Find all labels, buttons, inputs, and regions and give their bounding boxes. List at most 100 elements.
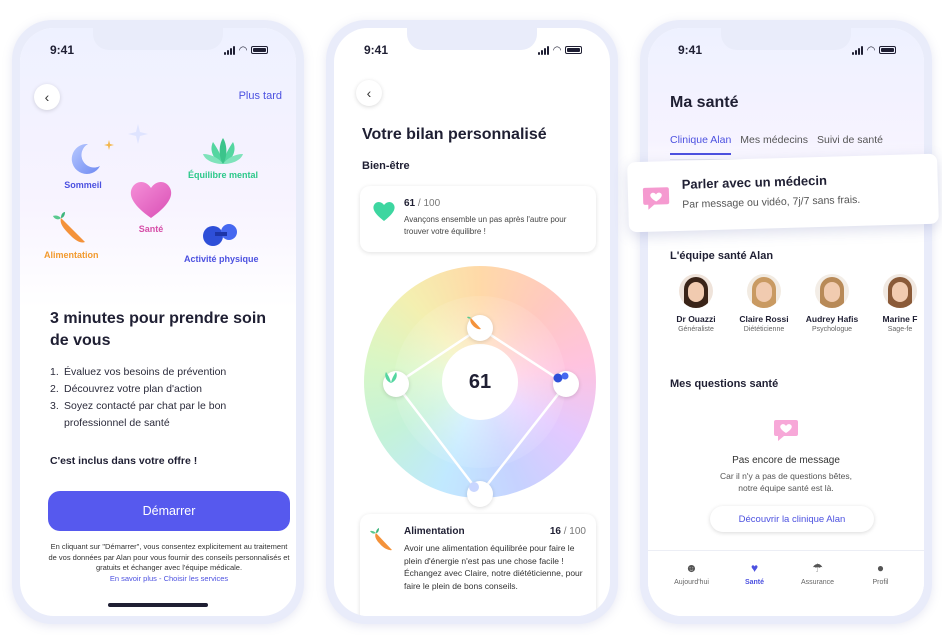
topic-label: Alimentation — [44, 250, 99, 260]
member-role: Généraliste — [678, 326, 714, 333]
heart-icon: ♥ — [750, 561, 759, 575]
battery-icon — [565, 46, 582, 54]
banner-title: Parler avec un médecin — [681, 172, 828, 192]
later-link[interactable]: Plus tard — [239, 90, 282, 102]
wifi-icon: ◠ — [867, 44, 875, 56]
message-heart-icon — [642, 187, 670, 210]
sparkle-icon — [128, 124, 148, 144]
lotus-icon — [203, 138, 243, 164]
battery-icon — [879, 46, 896, 54]
empty-state: Pas encore de message Car il n'y a pas d… — [648, 418, 924, 494]
page-title: Votre bilan personnalisé — [362, 126, 547, 143]
member-role: Psychologue — [811, 326, 853, 333]
legal-links[interactable]: En savoir plus - Choisir les services — [48, 574, 290, 585]
topic-label: Activité physique — [184, 254, 259, 264]
member-name: Dr Ouazzi — [676, 314, 716, 324]
back-button[interactable]: ‹ — [34, 84, 60, 110]
moon-icon — [71, 143, 100, 174]
screen-ma-sante: 9:41 ◠ Ma santé Clinique Alan Mes médeci… — [648, 28, 924, 616]
phone-bilan: 9:41 ◠ ‹ Votre bilan personnalisé Bien-ê… — [326, 20, 618, 624]
topic-alimentation: Alimentation — [44, 212, 99, 260]
tab-clinique[interactable]: Clinique Alan — [670, 134, 732, 155]
detail-title: Alimentation — [404, 526, 465, 537]
screen-bilan: 9:41 ◠ ‹ Votre bilan personnalisé Bien-ê… — [334, 28, 610, 616]
list-item: 1. Évaluez vos besoins de prévention — [50, 366, 227, 378]
start-button[interactable]: Démarrer — [48, 491, 290, 531]
team-member[interactable]: Dr Ouazzi Généraliste — [666, 274, 726, 333]
face-icon: ☻ — [685, 561, 698, 575]
score-max: / 100 — [417, 198, 441, 209]
score-card: 61 / 100 Avançons ensemble un pas après … — [360, 186, 596, 252]
lotus-icon — [385, 372, 397, 383]
nav-today[interactable]: ☻ Aujourd'hui — [668, 561, 716, 616]
detail-max: / 100 — [563, 526, 586, 537]
score-text: Avançons ensemble un pas après l'autre p… — [404, 215, 567, 236]
section-title: Mes questions santé — [670, 378, 779, 390]
team-member[interactable]: Marine F Sage-fe — [870, 274, 924, 333]
topic-label: Sommeil — [64, 180, 102, 190]
status-time: 9:41 — [678, 43, 703, 57]
legal-notice: En cliquant sur "Démarrer", vous consent… — [48, 542, 290, 585]
team-member[interactable]: Claire Rossi Diététicienne — [734, 274, 794, 333]
member-role: Diététicienne — [743, 326, 785, 333]
face-icon — [469, 482, 479, 492]
topic-sommeil: Sommeil — [64, 140, 102, 190]
carrot-icon — [467, 316, 481, 330]
node-alimentation[interactable] — [467, 315, 493, 341]
topic-label: Équilibre mental — [188, 170, 259, 180]
chevron-left-icon: ‹ — [366, 85, 372, 101]
signal-icon — [852, 45, 864, 55]
page-title: 3 minutes pour prendre soin de vous — [50, 310, 267, 349]
phone-onboarding: 9:41 ◠ ‹ Plus tard Sommeil Équilibre men… — [12, 20, 304, 624]
team-member[interactable]: Audrey Hafis Psychologue — [802, 274, 862, 333]
empty-title: Pas encore de message — [732, 455, 840, 466]
battery-icon — [251, 46, 268, 54]
member-name: Marine F — [882, 314, 918, 324]
screen-onboarding: 9:41 ◠ ‹ Plus tard Sommeil Équilibre men… — [20, 28, 296, 616]
signal-icon — [224, 45, 236, 55]
wifi-icon: ◠ — [239, 44, 247, 56]
avatar — [815, 274, 849, 308]
dumbbell-icon — [203, 224, 238, 246]
list-item: 2. Découvrez votre plan d'action — [50, 383, 202, 395]
wellbeing-wheel: 61 — [364, 266, 596, 507]
score-value: 61 — [404, 198, 416, 209]
back-button[interactable]: ‹ — [356, 80, 382, 106]
umbrella-icon: ☂ — [812, 561, 823, 575]
node-sommeil[interactable] — [467, 481, 493, 507]
section-title: Bien-être — [362, 160, 410, 172]
topic-activite: Activité physique — [184, 218, 259, 264]
topic-label: Santé — [138, 224, 164, 234]
talk-to-doctor-card[interactable]: Parler avec un médecin Par message ou vi… — [627, 153, 939, 233]
message-heart-icon — [774, 420, 798, 441]
carrot-icon — [370, 528, 392, 551]
tab-medecins[interactable]: Mes médecins — [740, 134, 808, 155]
empty-text: notre équipe santé est là. — [738, 483, 834, 493]
list-item: 3. Soyez contacté par chat par le bon pro… — [50, 400, 227, 429]
member-name: Claire Rossi — [739, 314, 789, 324]
phone-ma-sante: 9:41 ◠ Ma santé Clinique Alan Mes médeci… — [640, 20, 932, 624]
heart-icon — [130, 182, 172, 218]
chevron-left-icon: ‹ — [44, 89, 50, 105]
status-bar: 9:41 ◠ — [20, 28, 296, 72]
nav-sante[interactable]: ♥ Santé — [731, 561, 779, 616]
discover-clinic-button[interactable]: Découvrir la clinique Alan — [710, 506, 874, 532]
dumbbell-icon — [553, 372, 569, 383]
detail-score: 16 — [549, 526, 561, 537]
nav-assurance[interactable]: ☂ Assurance — [794, 561, 842, 616]
status-time: 9:41 — [50, 43, 75, 57]
sparkle-icon — [104, 140, 114, 150]
tab-suivi[interactable]: Suivi de santé — [817, 134, 883, 155]
node-equilibre[interactable] — [383, 371, 409, 397]
avatar — [883, 274, 917, 308]
tab-bar: Clinique Alan Mes médecins Suivi de sant… — [670, 134, 892, 155]
node-activite[interactable] — [553, 371, 579, 397]
wheel-score: 61 — [442, 344, 518, 420]
topic-sante: Santé — [128, 178, 174, 234]
member-role: Sage-fe — [887, 326, 913, 333]
carrot-icon — [53, 212, 86, 243]
nav-profil[interactable]: ● Profil — [857, 561, 905, 616]
detail-card: Alimentation 16 / 100 Avoir une alimenta… — [360, 514, 596, 616]
topic-equilibre: Équilibre mental — [188, 136, 258, 180]
home-indicator — [108, 603, 208, 607]
